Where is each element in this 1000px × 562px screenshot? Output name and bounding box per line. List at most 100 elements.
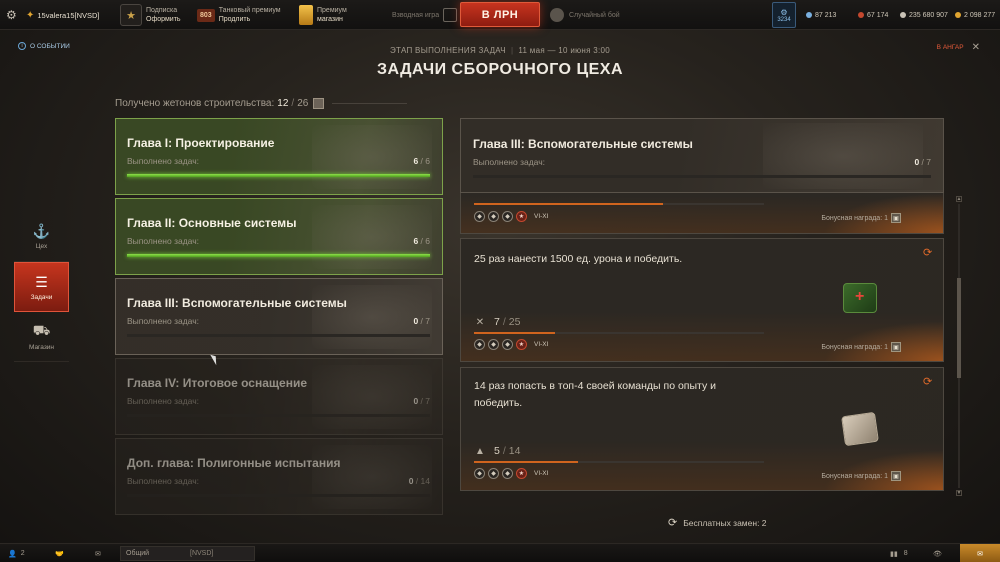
task-glow xyxy=(823,450,943,490)
credits-value: 235 680 907 xyxy=(909,11,948,19)
tasks-icon: ☰ xyxy=(35,273,48,290)
subscription-button[interactable]: ★ Подписка Оформить xyxy=(120,0,181,30)
players-online[interactable]: 👤 2 xyxy=(8,544,25,562)
eye-icon[interactable]: 👁 xyxy=(933,544,942,562)
scroll-track[interactable] xyxy=(957,204,961,488)
bonds-value: 67 174 xyxy=(867,11,889,19)
chat-channel[interactable]: Общий xyxy=(120,546,255,561)
currency-bonds[interactable]: 67 174 xyxy=(858,0,888,30)
gear-token-icon: ⚙ xyxy=(780,7,788,17)
chapter-1-title: Глава I: Проектирование xyxy=(127,136,275,150)
stage-separator: | xyxy=(510,46,514,55)
nav-item-tasks[interactable]: ☰ Задачи xyxy=(14,262,69,312)
task-progress-slash: / xyxy=(502,445,506,457)
task-progress-total: 14 xyxy=(508,445,521,457)
bottom-bar: 👤 2 🤝 ✉ Общий [NVSD] ▮▮ 8 👁 ✉ xyxy=(0,543,1000,562)
chapter-extra-count: 0 / 14 xyxy=(408,476,430,486)
subscription-action: Оформить xyxy=(146,16,181,23)
left-nav: ⚓ Цех ☰ Задачи ⛟ Магазин xyxy=(14,212,69,362)
task-card[interactable]: 25 раз нанести 1500 ед. урона и победить… xyxy=(460,238,944,362)
free-swaps-label: Бесплатных замен: 2 xyxy=(683,517,767,528)
refresh-icon: ⟳ xyxy=(668,517,678,529)
vehicle-type-icon: ◆ xyxy=(474,468,485,479)
chapter-3-count: 0 / 7 xyxy=(413,316,430,326)
task-progress-fill xyxy=(474,203,663,205)
chapter-extra-total: 14 xyxy=(420,476,430,486)
task-list-scrollbar[interactable]: ▲ ▼ xyxy=(956,196,962,496)
gold-value: 2 098 277 xyxy=(964,11,996,19)
scroll-down-icon[interactable]: ▼ xyxy=(956,490,962,496)
user-icon: 👤 xyxy=(8,550,17,558)
chapter-detail-art xyxy=(763,123,923,189)
chapter-4-count: 0 / 7 xyxy=(413,396,430,406)
vehicle-type-icon: ◆ xyxy=(474,339,485,350)
chapter-extra-card[interactable]: Доп. глава: Полигонные испытания Выполне… xyxy=(115,438,443,515)
chapter-2-total: 6 xyxy=(425,236,430,246)
construction-token-icon: ▣ xyxy=(891,342,901,352)
task-list[interactable]: ◆ ◆ ◆ ★ VI-XI Бонусная награда: 1 ▣ 25 р… xyxy=(460,190,944,498)
currency-gold[interactable]: 2 098 277 xyxy=(955,0,995,30)
tokens-counter[interactable]: ⚙ 3234 xyxy=(772,0,796,30)
contacts-button[interactable]: ▮▮ 8 xyxy=(890,544,908,562)
platoon-icon xyxy=(443,8,458,22)
scroll-thumb[interactable] xyxy=(957,278,961,378)
messages-icon[interactable]: ✉ xyxy=(95,544,101,562)
task-progress-fill xyxy=(474,332,556,334)
tokens-received: Получено жетонов строительства: 12 / 26 xyxy=(115,98,408,109)
chapter-3-title: Глава III: Вспомогательные системы xyxy=(127,296,347,310)
shop-label-2: магазин xyxy=(317,16,343,23)
chapter-extra-label: Выполнено задач: xyxy=(127,476,200,486)
premium-button[interactable]: 803 Танковый премиум Продлить xyxy=(197,0,281,30)
chapter-3-card[interactable]: Глава III: Вспомогательные системы Выпол… xyxy=(115,278,443,355)
divider xyxy=(332,103,408,104)
vehicle-type-icon: ◆ xyxy=(502,211,513,222)
battle-button[interactable]: В ЛРН xyxy=(460,2,540,27)
crosshair-icon: ✕ xyxy=(475,316,485,328)
chapter-3-done: 0 xyxy=(413,316,419,326)
task-description: 25 раз нанести 1500 ед. урона и победить… xyxy=(474,253,683,265)
chapter-2-label: Выполнено задач: xyxy=(127,236,200,246)
chapter-1-done: 6 xyxy=(413,156,419,166)
currency-credits[interactable]: 235 680 907 xyxy=(900,0,948,30)
bonds-icon xyxy=(858,12,864,18)
free-xp-icon xyxy=(806,12,812,18)
credits-icon xyxy=(900,12,906,18)
task-progress-current: 7 xyxy=(494,316,500,328)
task-card[interactable]: ◆ ◆ ◆ ★ VI-XI Бонусная награда: 1 ▣ xyxy=(460,190,944,234)
shop-label-1: Премиум xyxy=(317,7,347,14)
subscription-icon: ★ xyxy=(120,4,142,26)
task-bonus: Бонусная награда: 1 ▣ xyxy=(821,213,901,223)
chapter-detail-total: 7 xyxy=(926,157,931,167)
chapter-4-card[interactable]: Глава IV: Итоговое оснащение Выполнено з… xyxy=(115,358,443,435)
swap-task-icon[interactable]: ⟳ xyxy=(923,247,935,259)
handshake-icon[interactable]: 🤝 xyxy=(55,544,64,562)
stage-dates: 11 мая — 10 июня 3:00 xyxy=(518,46,611,55)
settings-gear-icon[interactable]: ⚙ xyxy=(6,0,20,30)
nav-item-shop[interactable]: ⛟ Магазин xyxy=(14,312,69,362)
scroll-up-icon[interactable]: ▲ xyxy=(956,196,962,202)
task-progress-bar xyxy=(474,332,764,334)
task-card[interactable]: 14 раз попасть в топ-4 своей команды по … xyxy=(460,367,944,491)
chapter-detail-header: Глава III: Вспомогательные системы Выпол… xyxy=(460,118,944,193)
chapter-4-progress-bar xyxy=(127,414,430,417)
task-bonus: Бонусная награда: 1 ▣ xyxy=(821,471,901,481)
gold-icon xyxy=(955,12,961,18)
nav-item-workshop[interactable]: ⚓ Цех xyxy=(14,212,69,262)
swap-task-icon[interactable]: ⟳ xyxy=(923,376,935,388)
platoon-button[interactable]: Взводная игра xyxy=(392,0,458,30)
currency-free-xp[interactable]: 87 213 xyxy=(806,0,836,30)
player-profile[interactable]: ✦ 15valera15[NVSD] xyxy=(26,0,100,30)
chapter-1-card[interactable]: Глава I: Проектирование Выполнено задач:… xyxy=(115,118,443,195)
notifications-icon[interactable]: ✉ xyxy=(960,544,1000,562)
chapter-extra-title: Доп. глава: Полигонные испытания xyxy=(127,456,341,470)
premium-shop-button[interactable]: Премиум магазин xyxy=(299,0,347,30)
free-xp-value: 87 213 xyxy=(815,11,837,19)
chapter-1-progress-bar xyxy=(127,174,430,177)
vehicle-type-icon: ★ xyxy=(516,468,527,479)
player-name: 15valera15[NVSD] xyxy=(37,10,100,20)
battle-mode-selector[interactable]: Случайный бой xyxy=(550,0,620,30)
chapter-4-total: 7 xyxy=(425,396,430,406)
clan-channel[interactable]: [NVSD] xyxy=(190,544,213,562)
top-bar: ⚙ ✦ 15valera15[NVSD] ★ Подписка Оформить… xyxy=(0,0,1000,30)
chapter-2-card[interactable]: Глава II: Основные системы Выполнено зад… xyxy=(115,198,443,275)
